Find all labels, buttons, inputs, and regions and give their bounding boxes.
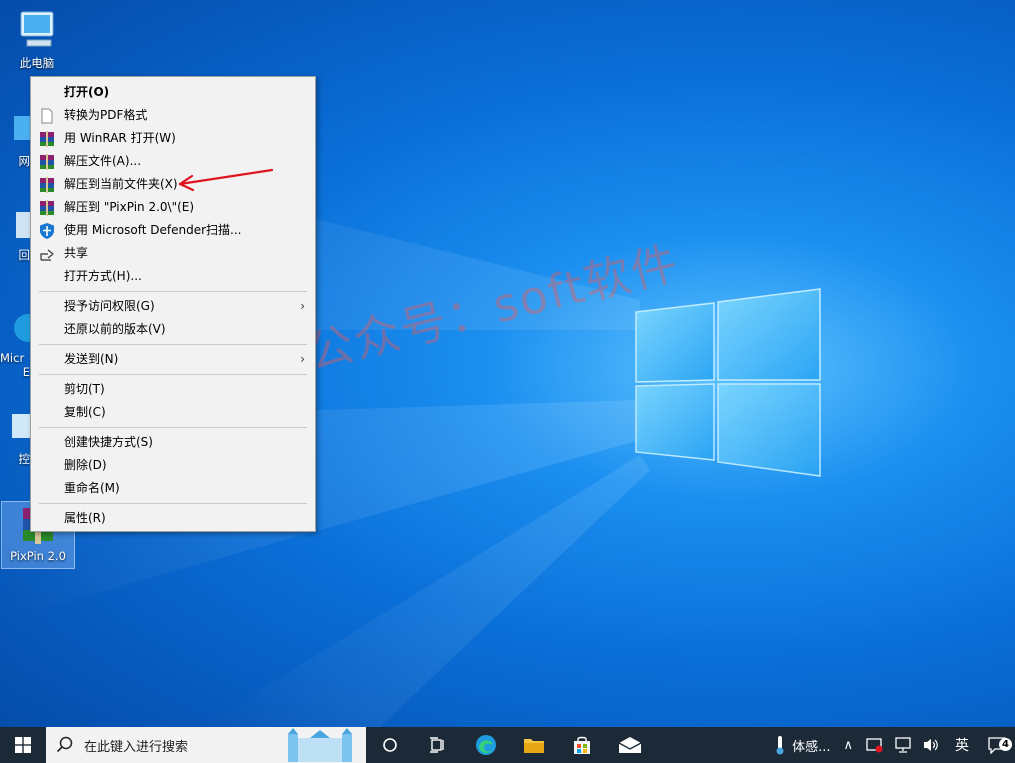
folder-icon [524,739,544,753]
menu-item-properties[interactable]: 属性(R) [31,507,315,530]
circle-icon [383,738,397,752]
menu-item-label: 复制(C) [64,405,106,419]
task-view-icon [430,737,444,753]
control-panel-icon [12,414,30,438]
taskbar-store[interactable] [558,727,606,763]
menu-separator [39,374,307,375]
search-placeholder: 在此键入进行搜索 [84,739,189,755]
menu-item-label: 创建快捷方式(S) [64,435,153,449]
speaker-icon [924,739,938,751]
menu-item-open-with[interactable]: 打开方式(H)... [31,265,315,288]
document-icon [41,108,53,124]
menu-item-grant-access[interactable]: 授予访问权限(G) › [31,295,315,318]
system-tray: 体感... ∧ 英 4 [769,727,1015,763]
cortana-button[interactable] [366,727,414,763]
taskbar-search-box[interactable]: 在此键入进行搜索 [46,727,366,763]
menu-item-copy[interactable]: 复制(C) [31,401,315,424]
menu-item-label: 打开方式(H)... [64,269,142,283]
winrar-icon [40,131,54,147]
weather-widget[interactable]: 体感... [769,735,835,755]
edge-icon [476,735,496,755]
desktop-icon-recycle-bin[interactable]: 回 [0,204,30,263]
menu-item-label: 用 WinRAR 打开(W) [64,131,176,145]
input-method-indicator[interactable]: 英 [945,735,979,755]
network-status-button[interactable] [889,737,917,753]
winrar-icon [40,177,54,193]
menu-item-extract-to-folder[interactable]: 解压到 "PixPin 2.0\"(E) [31,196,315,219]
menu-item-cut[interactable]: 剪切(T) [31,378,315,401]
desktop-icon-edge[interactable]: Micr E [0,308,30,379]
menu-item-label: 解压到当前文件夹(X) [64,177,178,191]
menu-item-label: 还原以前的版本(V) [64,322,166,336]
recycle-bin-icon [16,212,30,238]
menu-item-label: 剪切(T) [64,382,105,396]
menu-item-label: 删除(D) [64,458,107,472]
shield-icon [40,223,54,239]
mail-icon [618,737,642,753]
chevron-right-icon: › [300,299,305,313]
menu-separator [39,427,307,428]
menu-item-defender-scan[interactable]: 使用 Microsoft Defender扫描... [31,219,315,242]
share-icon [40,249,54,261]
menu-item-label: 重命名(M) [64,481,120,495]
search-highlight-illustration-icon [288,728,352,762]
menu-item-open[interactable]: 打开(O) [31,81,315,104]
menu-item-open-with-winrar[interactable]: 用 WinRAR 打开(W) [31,127,315,150]
menu-item-label: 发送到(N) [64,352,119,366]
menu-separator [39,344,307,345]
menu-item-convert-pdf[interactable]: 转换为PDF格式 [31,104,315,127]
tray-app-button[interactable] [861,737,889,753]
chevron-right-icon: › [300,352,305,366]
taskbar-edge[interactable] [462,727,510,763]
start-button[interactable] [0,727,46,763]
notification-count-badge: 4 [999,738,1012,751]
desktop-icon-this-pc[interactable]: 此电脑 [0,8,74,71]
taskbar: 在此键入进行搜索 体感... ∧ 英 4 [0,727,1015,763]
taskbar-mail[interactable] [606,727,654,763]
desktop-icon-control-panel[interactable]: 控 [0,408,30,467]
menu-item-label: 使用 Microsoft Defender扫描... [64,223,242,237]
show-hidden-icons-button[interactable]: ∧ [835,738,861,753]
winrar-icon [40,200,54,216]
menu-item-label: 解压文件(A)... [64,154,142,168]
computer-icon [20,11,54,47]
edge-icon [14,314,30,342]
store-bag-icon [574,736,590,754]
menu-item-label: 解压到 "PixPin 2.0\"(E) [64,200,195,214]
menu-item-label: 打开(O) [64,85,110,99]
menu-item-delete[interactable]: 删除(D) [31,454,315,477]
task-view-button[interactable] [414,727,462,763]
menu-item-label: 转换为PDF格式 [64,108,148,122]
menu-item-label: 共享 [64,246,89,260]
desktop-icon-network[interactable]: 网 [0,110,30,169]
menu-item-label: 属性(R) [64,511,106,525]
camera-alert-icon [866,738,883,753]
menu-item-restore-versions[interactable]: 还原以前的版本(V) [31,318,315,341]
annotation-arrow [178,168,274,192]
menu-item-label: 授予访问权限(G) [64,299,155,313]
menu-separator [39,503,307,504]
winrar-icon [40,154,54,170]
menu-separator [39,291,307,292]
windows-logo-icon [15,737,31,753]
menu-item-share[interactable]: 共享 [31,242,315,265]
notification-center-button[interactable]: 4 [979,736,1015,754]
search-icon [56,736,73,753]
thermometer-icon [776,736,784,755]
menu-item-create-shortcut[interactable]: 创建快捷方式(S) [31,431,315,454]
network-monitor-icon [895,737,911,753]
menu-item-send-to[interactable]: 发送到(N) › [31,348,315,371]
context-menu: 打开(O) 转换为PDF格式 用 WinRAR 打开(W) 解压文件(A)...… [30,76,316,532]
volume-button[interactable] [917,737,945,753]
taskbar-file-explorer[interactable] [510,727,558,763]
weather-label: 体感... [792,739,831,755]
menu-item-rename[interactable]: 重命名(M) [31,477,315,500]
network-icon [14,116,30,140]
